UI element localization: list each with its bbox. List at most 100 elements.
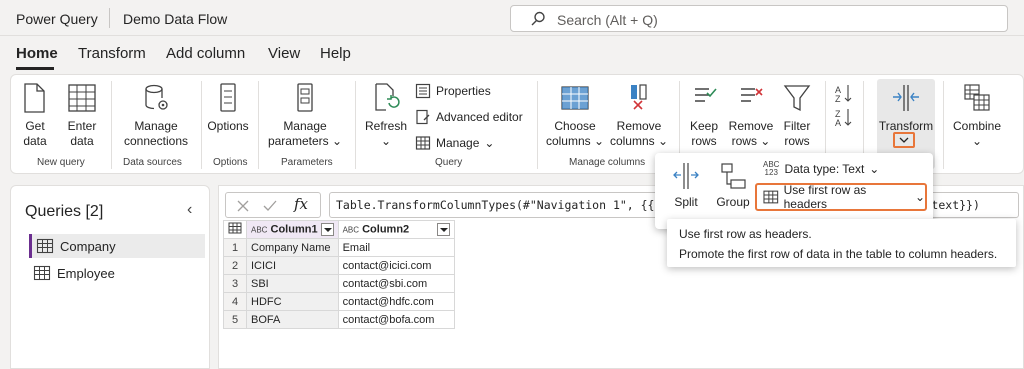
- column-header-label: Column1: [270, 223, 318, 236]
- table-row: 2 ICICI contact@icici.com: [223, 256, 456, 275]
- query-item-company[interactable]: Company: [29, 234, 205, 258]
- cell[interactable]: contact@hdfc.com: [337, 292, 456, 311]
- keep-rows-label: Keep rows: [689, 119, 719, 148]
- get-data-button[interactable]: Get data: [19, 81, 51, 149]
- tab-help[interactable]: Help: [320, 45, 351, 62]
- table-icon: [228, 222, 242, 234]
- sort-buttons[interactable]: AZZA: [831, 81, 857, 133]
- data-type-label: Data type: Text: [784, 162, 865, 176]
- separator: [355, 81, 356, 169]
- advanced-editor-button[interactable]: Advanced editor: [415, 109, 523, 125]
- group-button[interactable]: Group: [711, 161, 755, 210]
- remove-columns-icon: [631, 84, 647, 110]
- use-first-row-as-headers-button[interactable]: Use first row as headers ⌄: [755, 183, 927, 211]
- choose-columns-button[interactable]: Choose columns ⌄: [543, 81, 607, 149]
- app-name: Power Query: [16, 11, 98, 27]
- queries-panel: Queries [2] ‹ Company Employee: [10, 185, 210, 369]
- refresh-icon: [375, 83, 400, 111]
- cell[interactable]: SBI: [246, 274, 339, 293]
- combine-button[interactable]: Combine ⌄: [949, 81, 1005, 149]
- cancel-icon[interactable]: [236, 199, 250, 213]
- keep-rows-button[interactable]: Keep rows ⌄: [685, 81, 723, 164]
- group-label-manage-columns: Manage columns: [569, 157, 646, 168]
- get-data-label: Get data: [23, 119, 47, 148]
- cell[interactable]: contact@icici.com: [337, 256, 456, 275]
- queries-title: Queries [2]: [25, 203, 104, 220]
- cell[interactable]: Company Name: [246, 238, 339, 257]
- select-all-corner[interactable]: [223, 220, 247, 239]
- split-button[interactable]: Split: [663, 161, 709, 210]
- column-filter-dropdown-icon[interactable]: [437, 223, 451, 236]
- filter-icon: [783, 85, 811, 112]
- document-icon: [24, 83, 45, 113]
- cell[interactable]: ICICI: [246, 256, 339, 275]
- type-abc-icon: ABC: [342, 225, 360, 235]
- choose-columns-icon: [561, 86, 589, 110]
- manage-button[interactable]: Manage ⌄: [415, 135, 494, 151]
- cell[interactable]: contact@bofa.com: [337, 310, 456, 329]
- search-box[interactable]: Search (Alt + Q): [510, 5, 1008, 32]
- collapse-chevron-icon[interactable]: ‹: [187, 201, 192, 219]
- cell[interactable]: contact@sbi.com: [337, 274, 456, 293]
- split-icon: [673, 163, 699, 189]
- properties-icon: [415, 83, 431, 99]
- transform-dropdown-caret[interactable]: [893, 132, 915, 148]
- row-number: 4: [223, 292, 247, 311]
- table-row: 1 Company Name Email: [223, 238, 456, 257]
- manage-connections-button[interactable]: Manage connections: [119, 81, 193, 149]
- tab-transform[interactable]: Transform: [78, 45, 146, 62]
- properties-button[interactable]: Properties: [415, 83, 491, 99]
- group-label: Group: [716, 195, 750, 209]
- data-type-abc-icon: ABC 123: [763, 160, 780, 177]
- separator: [258, 81, 259, 169]
- cell[interactable]: HDFC: [246, 292, 339, 311]
- tooltip-description: Promote the first row of data in the tab…: [679, 247, 998, 261]
- query-item-label: Employee: [57, 265, 115, 281]
- tab-add-column[interactable]: Add column: [166, 45, 245, 62]
- advanced-editor-label: Advanced editor: [436, 110, 523, 124]
- combine-label: Combine: [952, 119, 1002, 133]
- fx-icon: fx: [294, 195, 309, 213]
- column-filter-dropdown-icon[interactable]: [320, 223, 334, 236]
- svg-text:A: A: [835, 118, 841, 128]
- document-name[interactable]: Demo Data Flow: [123, 11, 227, 27]
- properties-label: Properties: [436, 84, 491, 98]
- chevron-down-icon: ⌄: [914, 190, 925, 204]
- type-abc-icon: ABC: [251, 225, 268, 235]
- tab-view[interactable]: View: [268, 45, 300, 62]
- data-type-button[interactable]: ABC 123 Data type: Text ⌄: [763, 161, 879, 177]
- tab-home[interactable]: Home: [16, 45, 58, 62]
- table-icon: [415, 136, 431, 150]
- transform-button[interactable]: Transform: [877, 81, 935, 134]
- remove-columns-button[interactable]: Remove columns ⌄: [609, 81, 669, 149]
- cell[interactable]: Email: [337, 238, 456, 257]
- column-header-column1[interactable]: ABC Column1: [246, 220, 339, 239]
- editor-icon: [416, 109, 430, 125]
- combine-icon: [964, 84, 990, 111]
- separator: [537, 81, 538, 169]
- header-row: ABC Column1 ABC Column2: [223, 220, 456, 239]
- row-number: 5: [223, 310, 247, 329]
- separator: [111, 81, 112, 169]
- title-bar: Power Query Demo Data Flow Search (Alt +…: [0, 0, 1024, 36]
- row-number: 3: [223, 274, 247, 293]
- options-label: Options: [207, 119, 249, 133]
- filter-rows-button[interactable]: Filter rows: [779, 81, 815, 149]
- cell[interactable]: BOFA: [246, 310, 339, 329]
- enter-data-button[interactable]: Enter data: [61, 81, 103, 149]
- query-item-employee[interactable]: Employee: [29, 261, 205, 285]
- refresh-button[interactable]: Refresh ⌄: [361, 81, 411, 149]
- remove-rows-button[interactable]: Remove rows ⌄: [727, 81, 775, 149]
- separator: [201, 81, 202, 169]
- formula-controls: fx: [225, 192, 321, 218]
- manage-parameters-button[interactable]: Manage parameters ⌄: [265, 81, 345, 149]
- column-header-column2[interactable]: ABC Column2: [337, 220, 456, 239]
- keep-rows-icon: [695, 88, 717, 102]
- query-item-label: Company: [60, 238, 116, 254]
- group-label-query: Query: [435, 157, 463, 168]
- commit-check-icon[interactable]: [262, 199, 278, 213]
- menu-bar: Home Transform Add column View Help: [0, 36, 1024, 72]
- options-button[interactable]: Options: [205, 81, 251, 134]
- parameters-icon: [297, 83, 313, 112]
- options-icon: [220, 83, 236, 112]
